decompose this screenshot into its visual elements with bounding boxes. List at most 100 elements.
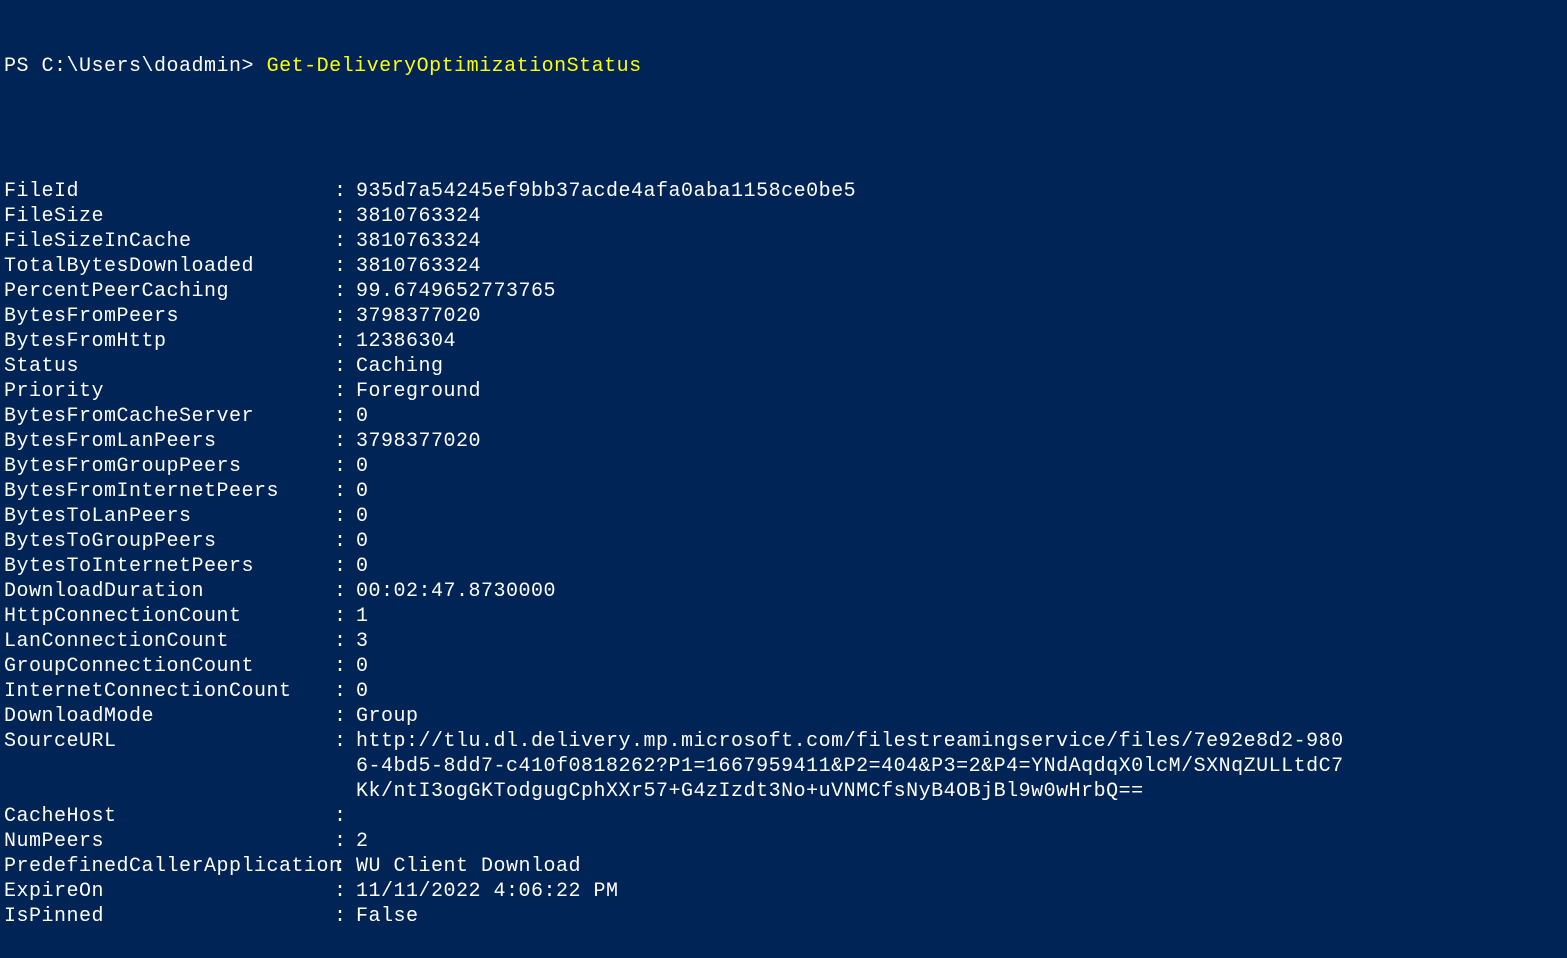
field-row: BytesFromInternetPeers: 0 [4, 479, 1563, 504]
field-separator: : [334, 304, 356, 329]
field-row: InternetConnectionCount: 0 [4, 679, 1563, 704]
field-value: 0 [356, 654, 1346, 679]
prompt-prefix: PS [4, 55, 42, 78]
field-key: Status [4, 354, 334, 379]
field-separator: : [334, 254, 356, 279]
field-separator: : [334, 554, 356, 579]
field-row: PredefinedCallerApplication: WU Client D… [4, 854, 1563, 879]
field-value: WU Client Download [356, 854, 1346, 879]
field-value: 0 [356, 504, 1346, 529]
field-separator: : [334, 429, 356, 454]
field-separator: : [334, 604, 356, 629]
field-separator: : [334, 329, 356, 354]
field-row: ExpireOn: 11/11/2022 4:06:22 PM [4, 879, 1563, 904]
field-separator: : [334, 879, 356, 904]
field-value: False [356, 904, 1346, 929]
field-row: CacheHost: [4, 804, 1563, 829]
field-value: 00:02:47.8730000 [356, 579, 1346, 604]
field-key: CacheHost [4, 804, 334, 829]
field-row: PercentPeerCaching: 99.6749652773765 [4, 279, 1563, 304]
field-separator: : [334, 704, 356, 729]
field-key: FileId [4, 179, 334, 204]
prompt-line: PS C:\Users\doadmin> Get-DeliveryOptimiz… [4, 54, 1563, 79]
field-row: Status: Caching [4, 354, 1563, 379]
field-value: 3798377020 [356, 304, 1346, 329]
prompt-path: C:\Users\doadmin [42, 55, 242, 78]
field-separator: : [334, 204, 356, 229]
field-row: BytesFromPeers: 3798377020 [4, 304, 1563, 329]
field-value: 3810763324 [356, 204, 1346, 229]
field-row: GroupConnectionCount: 0 [4, 654, 1563, 679]
field-row: FileSizeInCache: 3810763324 [4, 229, 1563, 254]
field-key: SourceURL [4, 729, 334, 804]
field-separator: : [334, 679, 356, 704]
field-key: NumPeers [4, 829, 334, 854]
field-row: Priority: Foreground [4, 379, 1563, 404]
field-separator: : [334, 504, 356, 529]
field-value: 3810763324 [356, 254, 1346, 279]
field-key: BytesToLanPeers [4, 504, 334, 529]
field-value: 0 [356, 554, 1346, 579]
field-value [356, 804, 1346, 829]
terminal-output[interactable]: PS C:\Users\doadmin> Get-DeliveryOptimiz… [4, 4, 1563, 954]
field-key: FileSize [4, 204, 334, 229]
field-separator: : [334, 354, 356, 379]
field-row: FileSize: 3810763324 [4, 204, 1563, 229]
field-row: NumPeers: 2 [4, 829, 1563, 854]
field-value: 0 [356, 404, 1346, 429]
field-separator: : [334, 404, 356, 429]
field-row: DownloadMode: Group [4, 704, 1563, 729]
field-value: http://tlu.dl.delivery.mp.microsoft.com/… [356, 729, 1346, 804]
field-row: TotalBytesDownloaded: 3810763324 [4, 254, 1563, 279]
field-value: Group [356, 704, 1346, 729]
field-separator: : [334, 804, 356, 829]
field-value: 3810763324 [356, 229, 1346, 254]
field-key: BytesFromPeers [4, 304, 334, 329]
field-row: IsPinned: False [4, 904, 1563, 929]
field-value: 0 [356, 679, 1346, 704]
field-value: 1 [356, 604, 1346, 629]
field-separator: : [334, 229, 356, 254]
field-value: Caching [356, 354, 1346, 379]
field-row: BytesFromGroupPeers: 0 [4, 454, 1563, 479]
field-key: BytesFromInternetPeers [4, 479, 334, 504]
field-separator: : [334, 379, 356, 404]
field-separator: : [334, 829, 356, 854]
field-key: BytesToInternetPeers [4, 554, 334, 579]
field-key: BytesFromLanPeers [4, 429, 334, 454]
field-value: 3798377020 [356, 429, 1346, 454]
field-row: DownloadDuration: 00:02:47.8730000 [4, 579, 1563, 604]
field-key: DownloadMode [4, 704, 334, 729]
field-value: 0 [356, 529, 1346, 554]
field-row: SourceURL: http://tlu.dl.delivery.mp.mic… [4, 729, 1563, 804]
field-key: BytesToGroupPeers [4, 529, 334, 554]
command-text: Get-DeliveryOptimizationStatus [267, 55, 642, 78]
field-key: LanConnectionCount [4, 629, 334, 654]
field-key: IsPinned [4, 904, 334, 929]
field-row: FileId: 935d7a54245ef9bb37acde4afa0aba11… [4, 179, 1563, 204]
field-separator: : [334, 729, 356, 804]
field-separator: : [334, 479, 356, 504]
field-key: ExpireOn [4, 879, 334, 904]
output-fields: FileId: 935d7a54245ef9bb37acde4afa0aba11… [4, 179, 1563, 929]
field-key: PredefinedCallerApplication [4, 854, 334, 879]
field-row: HttpConnectionCount: 1 [4, 604, 1563, 629]
prompt-suffix: > [242, 55, 267, 78]
field-key: PercentPeerCaching [4, 279, 334, 304]
field-separator: : [334, 654, 356, 679]
field-separator: : [334, 529, 356, 554]
field-value: 11/11/2022 4:06:22 PM [356, 879, 1346, 904]
field-key: Priority [4, 379, 334, 404]
field-row: BytesToLanPeers: 0 [4, 504, 1563, 529]
field-key: TotalBytesDownloaded [4, 254, 334, 279]
field-row: BytesToGroupPeers: 0 [4, 529, 1563, 554]
field-row: BytesFromCacheServer: 0 [4, 404, 1563, 429]
field-key: BytesFromGroupPeers [4, 454, 334, 479]
field-separator: : [334, 629, 356, 654]
field-value: 935d7a54245ef9bb37acde4afa0aba1158ce0be5 [356, 179, 1346, 204]
field-separator: : [334, 579, 356, 604]
field-value: 3 [356, 629, 1346, 654]
field-value: 2 [356, 829, 1346, 854]
field-value: 99.6749652773765 [356, 279, 1346, 304]
field-key: InternetConnectionCount [4, 679, 334, 704]
